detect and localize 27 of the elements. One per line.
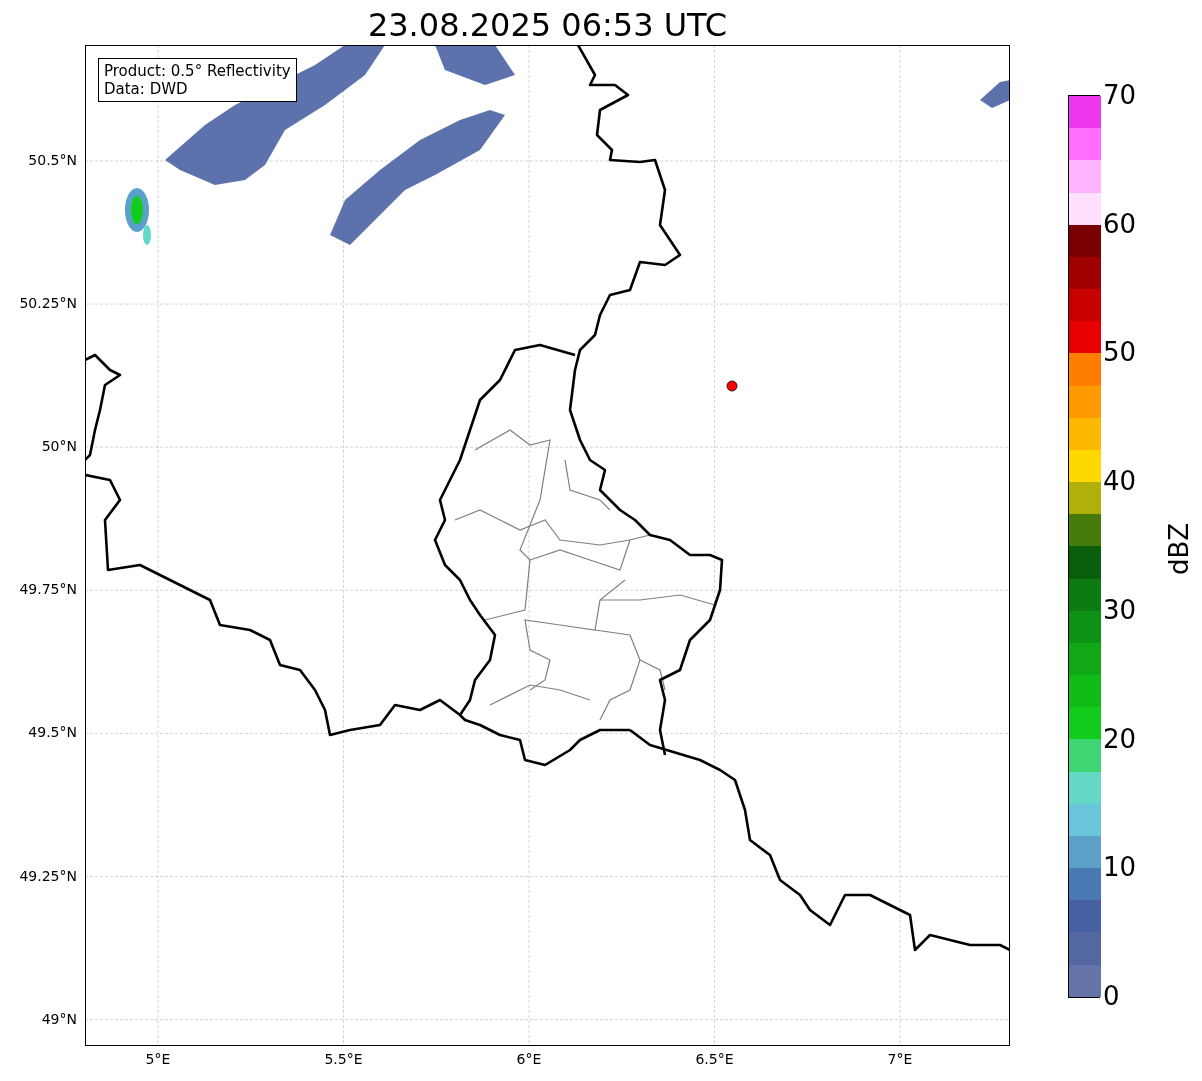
- colorbar-tick-label: 10: [1103, 851, 1137, 884]
- info-text: Product: 0.5° Reflectivity: [104, 62, 291, 80]
- latitude-label: 49.25°N: [19, 867, 77, 884]
- colorbar-tick-label: 0: [1103, 979, 1120, 1012]
- colorbar-tick-label: 60: [1103, 207, 1137, 240]
- longitude-label: 6.5°E: [694, 1051, 735, 1067]
- longitude-label: 6°E: [515, 1051, 543, 1067]
- longitude-label: 7°E: [886, 1051, 914, 1067]
- colorbar-tick-label: 70: [1103, 79, 1137, 111]
- chart-title: 23.08.2025 06:53 UTC: [367, 5, 728, 45]
- colorbar-tick-label: 20: [1103, 722, 1137, 755]
- latitude-label: 50.25°N: [19, 295, 77, 312]
- longitude-label: 5°E: [144, 1051, 172, 1067]
- latitude-label: 49.5°N: [28, 724, 77, 741]
- radar-echo: [980, 80, 1009, 108]
- latitude-label: 49°N: [41, 1010, 77, 1027]
- colorbar-label: dBZ: [1164, 522, 1194, 575]
- colorbar-tick-label: 30: [1103, 593, 1137, 626]
- radar-echo: [125, 188, 151, 245]
- longitude-label: 5.5°E: [323, 1051, 364, 1067]
- colorbar-tick-label: 40: [1103, 465, 1137, 498]
- colorbar-tick-label: 50: [1103, 336, 1137, 369]
- info-text: Data: DWD: [104, 80, 189, 98]
- latitude-label: 50°N: [41, 438, 77, 455]
- latitude-label: 49.75°N: [19, 581, 77, 598]
- latitude-label: 50.5°N: [28, 152, 77, 168]
- radar-site-marker: [726, 380, 738, 392]
